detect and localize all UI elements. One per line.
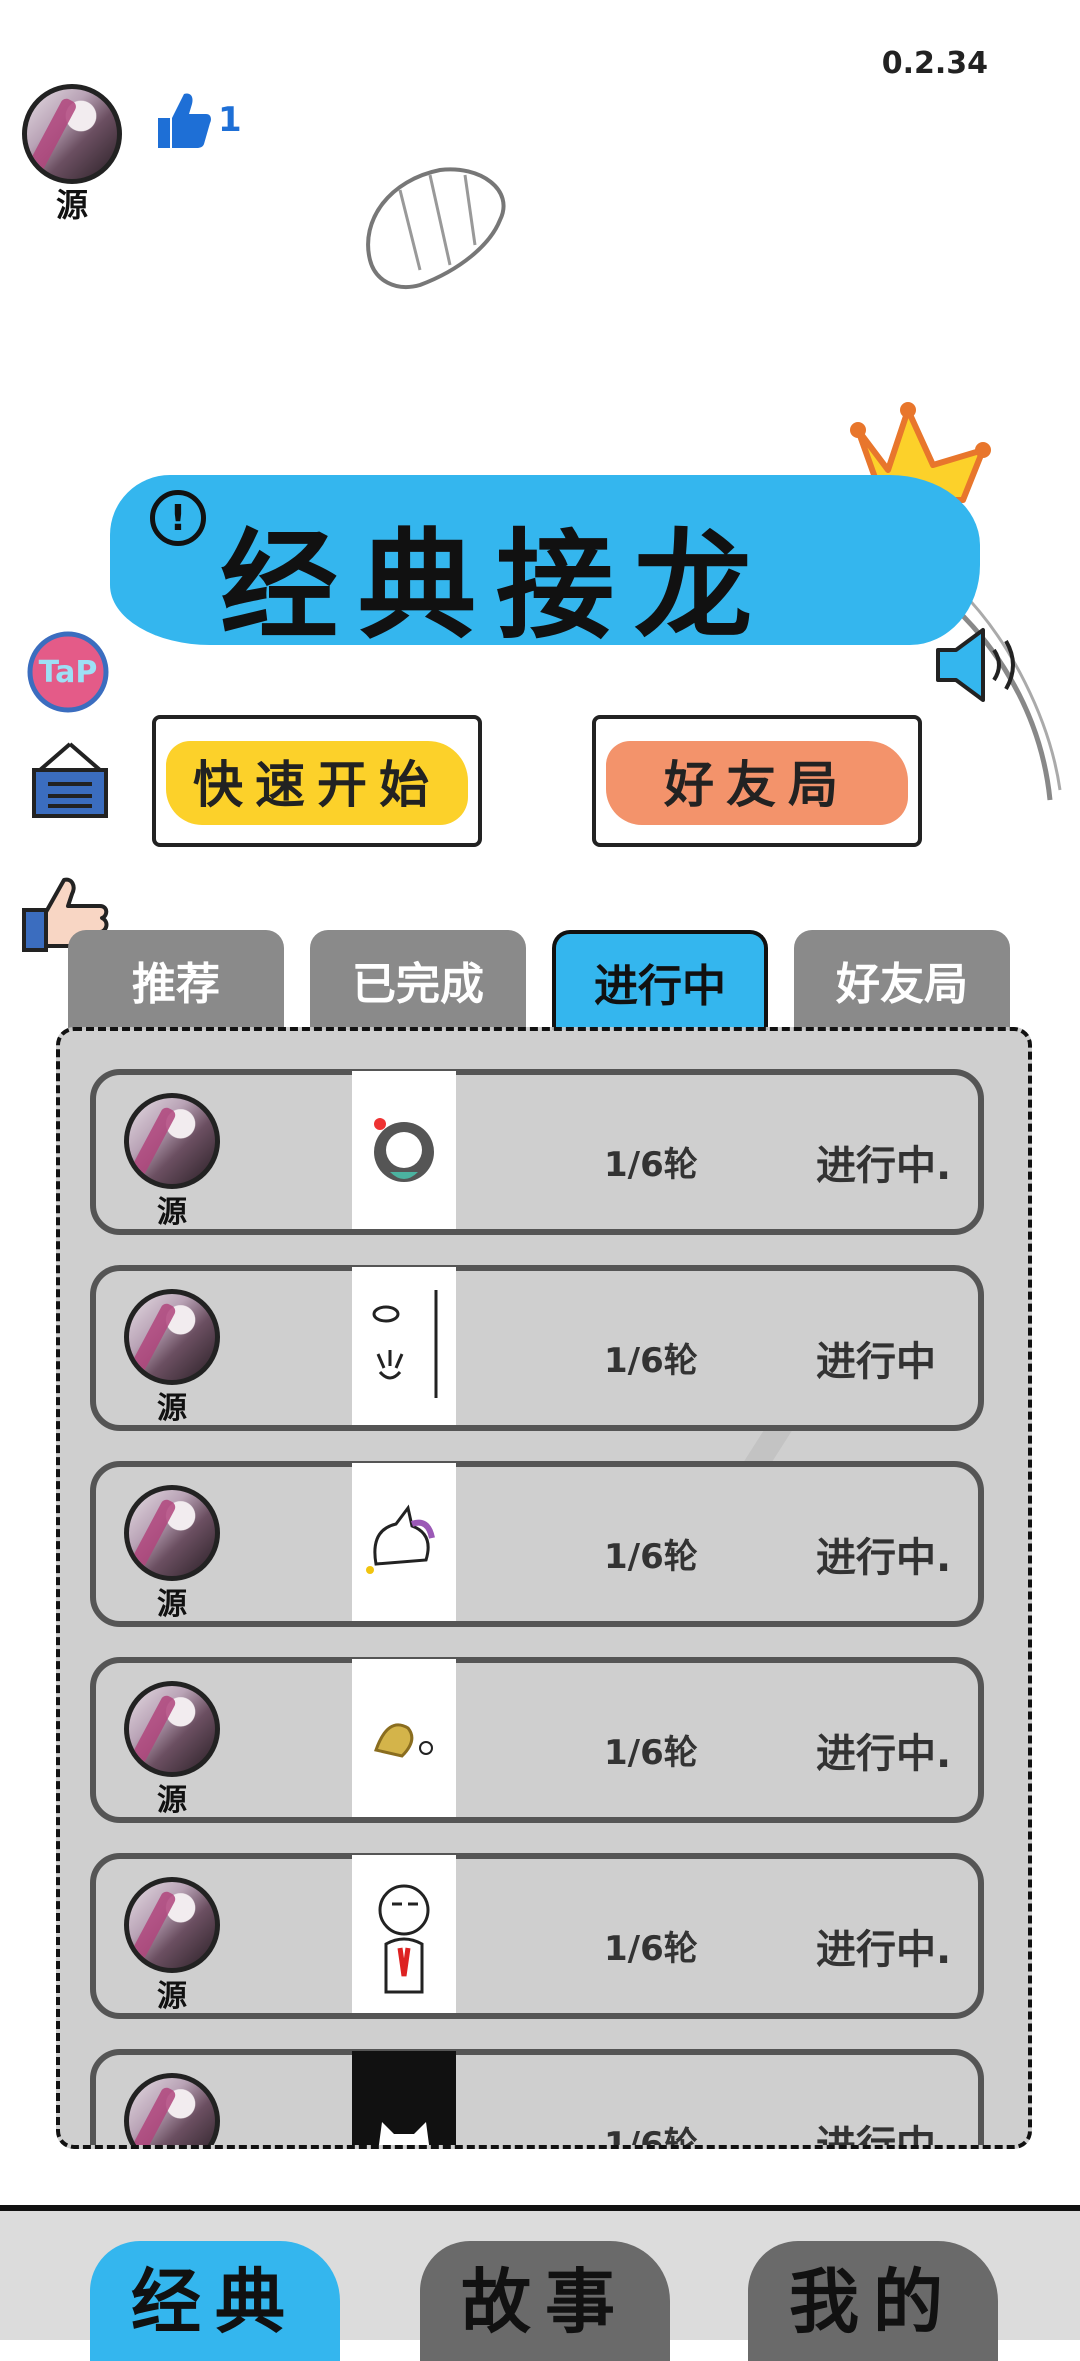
avatar[interactable] bbox=[22, 84, 122, 184]
game-status: 进行中. bbox=[816, 1927, 952, 1973]
player-name: 源 bbox=[157, 1979, 187, 2014]
avatar[interactable] bbox=[124, 1485, 220, 1581]
player-avatar-wrap: 源 bbox=[124, 1093, 220, 1230]
title-banner: 经典接龙 bbox=[110, 455, 980, 660]
sound-icon[interactable] bbox=[928, 625, 1028, 705]
player-avatar-wrap: 源 bbox=[124, 1289, 220, 1426]
nav-mine[interactable]: 我的 bbox=[748, 2241, 998, 2361]
drawing-thumbnail[interactable] bbox=[352, 1855, 456, 2013]
nav-classic-label: 经典 bbox=[131, 2259, 299, 2343]
round-count: 1/6轮 bbox=[604, 1929, 698, 1969]
like-count: 1 bbox=[218, 100, 242, 140]
game-row[interactable]: 源 1/6轮 进行中 bbox=[90, 2049, 984, 2149]
nav-classic[interactable]: 经典 bbox=[90, 2241, 340, 2361]
nav-story-label: 故事 bbox=[461, 2259, 629, 2343]
colonel-drawing-icon bbox=[378, 1884, 430, 1994]
nav-story[interactable]: 故事 bbox=[420, 2241, 670, 2361]
game-row[interactable]: 源 1/6轮 进行中. bbox=[90, 1657, 984, 1823]
round-count: 1/6轮 bbox=[604, 1341, 698, 1381]
avatar[interactable] bbox=[124, 1877, 220, 1973]
tab-recommended[interactable]: 推荐 bbox=[68, 930, 284, 1030]
shell-drawing-icon bbox=[374, 1723, 433, 1758]
drawing-thumbnail[interactable] bbox=[352, 1463, 456, 1621]
friends-game-label: 好友局 bbox=[664, 755, 850, 814]
round-count: 1/6轮 bbox=[604, 1537, 698, 1577]
game-row[interactable]: 源 1/6轮 进行中. bbox=[90, 1069, 984, 1235]
player-avatar-wrap: 源 bbox=[124, 1877, 220, 2014]
avatar[interactable] bbox=[124, 1681, 220, 1777]
friends-game-button[interactable]: 好友局 bbox=[592, 715, 922, 847]
like-icon[interactable] bbox=[150, 88, 214, 152]
player-avatar-wrap: 源 bbox=[124, 1681, 220, 1818]
avatar[interactable] bbox=[124, 1289, 220, 1385]
game-list[interactable]: 源 1/6轮 进行中. 源 1/6轮 进行中 源 1/6轮 进行中. 源 1/6… bbox=[56, 1027, 1032, 2149]
avatar[interactable] bbox=[124, 2073, 220, 2145]
game-status: 进行中. bbox=[816, 1535, 952, 1581]
round-count: 1/6轮 bbox=[604, 1145, 698, 1185]
avatar[interactable] bbox=[124, 1093, 220, 1189]
game-row[interactable]: 源 1/6轮 进行中. bbox=[90, 1461, 984, 1627]
nav-mine-label: 我的 bbox=[789, 2259, 957, 2343]
quick-start-label: 快速开始 bbox=[193, 755, 441, 814]
tab-in-progress[interactable]: 进行中 bbox=[552, 930, 768, 1030]
croissant-doodle bbox=[366, 167, 506, 289]
version-label: 0.2.34 bbox=[881, 46, 988, 81]
unicorn-drawing-icon bbox=[366, 1504, 435, 1574]
tab-completed[interactable]: 已完成 bbox=[310, 930, 526, 1030]
bottom-nav: 经典 故事 我的 bbox=[0, 2205, 1080, 2361]
game-row[interactable]: 源 1/6轮 进行中 bbox=[90, 1265, 984, 1431]
player-avatar-wrap: 源 bbox=[124, 2073, 220, 2145]
like-counter[interactable]: 1 bbox=[150, 88, 242, 152]
player-name: 源 bbox=[157, 1783, 187, 1818]
game-status: 进行中 bbox=[816, 1339, 936, 1385]
game-status: 进行中. bbox=[816, 1731, 952, 1777]
svg-text:TaP: TaP bbox=[39, 655, 98, 690]
tap-icon: TaP bbox=[27, 631, 109, 713]
game-row[interactable]: 源 1/6轮 进行中. bbox=[90, 1853, 984, 2019]
player-name: 源 bbox=[157, 1587, 187, 1622]
drawing-thumbnail[interactable] bbox=[352, 2051, 456, 2145]
user-profile[interactable]: 源 bbox=[22, 84, 122, 224]
player-name: 源 bbox=[157, 1195, 187, 1230]
game-status: 进行中. bbox=[816, 1143, 952, 1189]
round-count: 1/6轮 bbox=[604, 2125, 698, 2149]
player-name: 源 bbox=[157, 1391, 187, 1426]
menu-sign-icon[interactable] bbox=[30, 740, 110, 820]
drawing-thumbnail[interactable] bbox=[352, 1071, 456, 1229]
tab-friends[interactable]: 好友局 bbox=[794, 930, 1010, 1030]
username: 源 bbox=[55, 186, 88, 224]
round-count: 1/6轮 bbox=[604, 1733, 698, 1773]
player-avatar-wrap: 源 bbox=[124, 1485, 220, 1622]
game-tabs: 推荐 已完成 进行中 好友局 bbox=[68, 930, 1013, 1030]
page-title: 经典接龙 bbox=[220, 516, 773, 655]
quick-start-button[interactable]: 快速开始 bbox=[152, 715, 482, 847]
drawing-thumbnail[interactable] bbox=[352, 1267, 456, 1425]
info-icon[interactable]: ! bbox=[150, 490, 206, 546]
game-status: 进行中 bbox=[816, 2123, 936, 2149]
drawing-thumbnail[interactable] bbox=[352, 1659, 456, 1817]
eye-hand-drawing-icon bbox=[372, 1290, 438, 1398]
girl-drawing-icon bbox=[374, 1118, 434, 1182]
cat-drawing-icon bbox=[378, 2122, 430, 2145]
